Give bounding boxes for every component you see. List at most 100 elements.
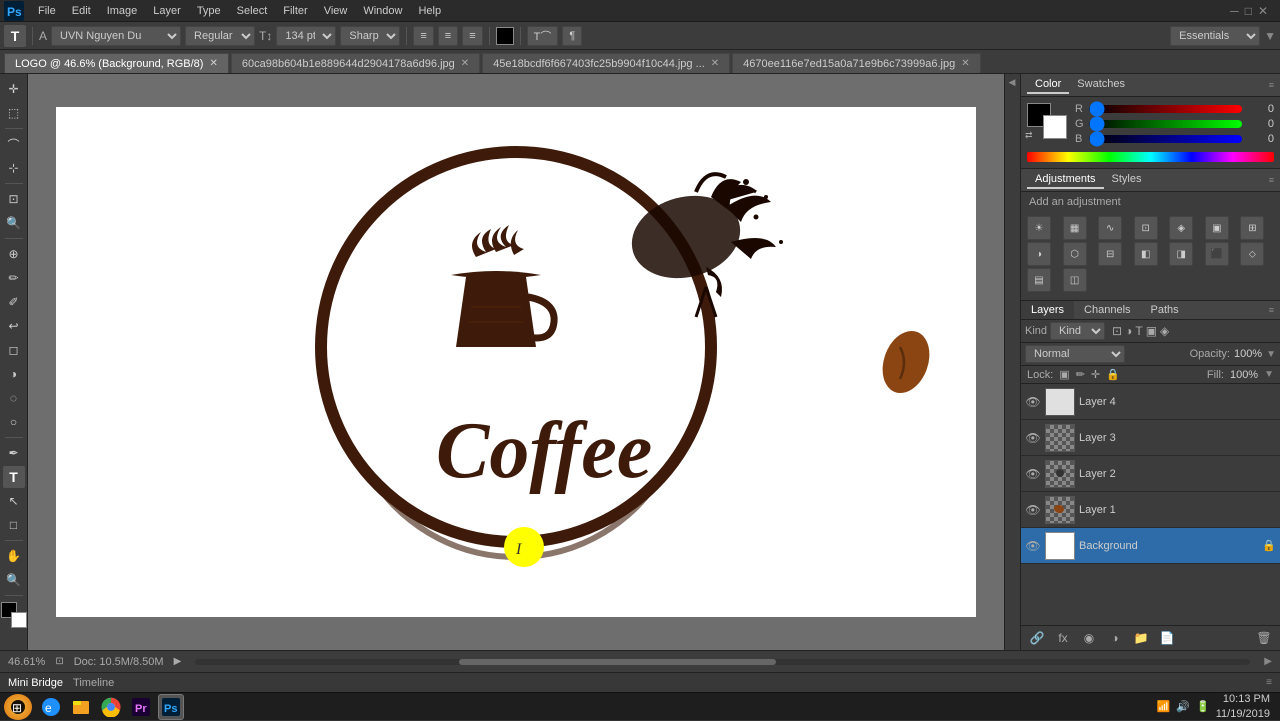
- taskbar-premiere[interactable]: Pr: [128, 694, 154, 720]
- tab-logo[interactable]: LOGO @ 46.6% (Background, RGB/8) ✕: [4, 53, 229, 73]
- hand-tool[interactable]: ✋: [3, 545, 25, 567]
- layers-tab[interactable]: Layers: [1021, 301, 1074, 319]
- gradient-tool[interactable]: ◑: [3, 363, 25, 385]
- hue-sat-icon[interactable]: ▣: [1205, 216, 1229, 240]
- kind-select[interactable]: Kind: [1050, 322, 1105, 340]
- fill-value[interactable]: 100%: [1230, 369, 1258, 381]
- tab-close-logo[interactable]: ✕: [209, 58, 217, 69]
- color-lookup-icon[interactable]: ◧: [1134, 242, 1158, 266]
- menu-file[interactable]: File: [30, 3, 64, 19]
- menu-filter[interactable]: Filter: [275, 3, 315, 19]
- blur-tool[interactable]: ◌: [3, 387, 25, 409]
- layer-row-3[interactable]: 👁 Layer 3: [1021, 420, 1280, 456]
- layer-1-visibility[interactable]: 👁: [1025, 502, 1041, 518]
- threshold-icon[interactable]: ⬦: [1240, 242, 1264, 266]
- opacity-value[interactable]: 100%: [1234, 348, 1262, 360]
- spot-heal-tool[interactable]: ⊕: [3, 243, 25, 265]
- color-swatches[interactable]: [1, 602, 27, 628]
- taskbar-photoshop[interactable]: Ps: [158, 694, 184, 720]
- filter-smart-icon[interactable]: ◈: [1160, 324, 1169, 338]
- filter-type-icon[interactable]: T: [1135, 324, 1142, 338]
- levels-icon[interactable]: ▦: [1063, 216, 1087, 240]
- add-mask-btn[interactable]: ◉: [1079, 629, 1099, 647]
- tab-img3[interactable]: 4670ee116e7ed15a0a71e9b6c73999a6.jpg ✕: [732, 53, 980, 73]
- zoom-icon[interactable]: ⊡: [55, 656, 63, 667]
- posterize-icon[interactable]: ⬛: [1205, 242, 1229, 266]
- warp-text-btn[interactable]: T⌒: [527, 26, 559, 46]
- background-swatch[interactable]: [1043, 115, 1067, 139]
- clone-tool[interactable]: ✐: [3, 291, 25, 313]
- taskbar-ie[interactable]: e: [38, 694, 64, 720]
- menu-select[interactable]: Select: [229, 3, 276, 19]
- history-tool[interactable]: ↩: [3, 315, 25, 337]
- marquee-tool[interactable]: ⬚: [3, 102, 25, 124]
- font-size-select[interactable]: 134 pt: [276, 26, 336, 46]
- layer-row-4[interactable]: 👁 Layer 4: [1021, 384, 1280, 420]
- r-slider[interactable]: [1089, 105, 1242, 113]
- photo-filter-icon[interactable]: ⬡: [1063, 242, 1087, 266]
- link-layers-btn[interactable]: 🔗: [1027, 629, 1047, 647]
- lock-transparent-icon[interactable]: ▣: [1059, 368, 1069, 381]
- layer-row-1[interactable]: 👁 Layer 1: [1021, 492, 1280, 528]
- workspace-select[interactable]: Essentials: [1170, 26, 1260, 46]
- color-panel-collapse[interactable]: ≡: [1269, 80, 1274, 90]
- eraser-tool[interactable]: ◻: [3, 339, 25, 361]
- layer-3-visibility[interactable]: 👁: [1025, 430, 1041, 446]
- brush-tool[interactable]: ✏: [3, 267, 25, 289]
- gradient-map-icon[interactable]: ▤: [1027, 268, 1051, 292]
- bottom-panel-options[interactable]: ≡: [1266, 677, 1272, 688]
- network-icon[interactable]: 📶: [1157, 700, 1171, 713]
- tab-img2[interactable]: 45e18bcdf6f667403fc25b9904f10c44.jpg ...…: [482, 53, 730, 73]
- close-btn[interactable]: ✕: [1258, 4, 1268, 18]
- layer-4-visibility[interactable]: 👁: [1025, 394, 1041, 410]
- paths-tab[interactable]: Paths: [1141, 301, 1189, 319]
- zoom-tool[interactable]: 🔍: [3, 569, 25, 591]
- background-color[interactable]: [11, 612, 27, 628]
- workspace-dropdown-icon[interactable]: ▼: [1264, 29, 1276, 43]
- shape-tool[interactable]: □: [3, 514, 25, 536]
- layer-2-visibility[interactable]: 👁: [1025, 466, 1041, 482]
- path-tool[interactable]: ↖: [3, 490, 25, 512]
- font-style-select[interactable]: Regular: [185, 26, 255, 46]
- scroll-right-arrow[interactable]: ▶: [1264, 656, 1272, 667]
- add-style-btn[interactable]: fx: [1053, 629, 1073, 647]
- anti-alias-select[interactable]: Sharp: [340, 26, 400, 46]
- menu-layer[interactable]: Layer: [145, 3, 189, 19]
- background-visibility[interactable]: 👁: [1025, 538, 1041, 554]
- menu-image[interactable]: Image: [99, 3, 146, 19]
- dodge-tool[interactable]: ○: [3, 411, 25, 433]
- menu-view[interactable]: View: [316, 3, 356, 19]
- start-button[interactable]: ⊞: [4, 694, 32, 720]
- filter-pixel-icon[interactable]: ⊡: [1112, 324, 1122, 338]
- vibrance-icon[interactable]: ◈: [1169, 216, 1193, 240]
- text-tool-icon[interactable]: T: [4, 25, 26, 47]
- lasso-tool[interactable]: ⌒: [3, 133, 25, 155]
- lock-all-icon[interactable]: 🔒: [1106, 368, 1120, 381]
- bw-icon[interactable]: ◑: [1027, 242, 1051, 266]
- filter-adj-icon[interactable]: ◑: [1125, 324, 1132, 338]
- clock[interactable]: 10:13 PM 11/19/2019: [1216, 692, 1270, 721]
- color-tab[interactable]: Color: [1027, 76, 1069, 94]
- new-group-btn[interactable]: 📁: [1131, 629, 1151, 647]
- spectrum-bar[interactable]: [1027, 152, 1274, 162]
- lock-position-icon[interactable]: ✛: [1091, 368, 1100, 381]
- opacity-arrow[interactable]: ▼: [1266, 349, 1276, 360]
- font-family-select[interactable]: UVN Nguyen Du: [51, 26, 181, 46]
- menu-help[interactable]: Help: [410, 3, 449, 19]
- pen-tool[interactable]: ✒: [3, 442, 25, 464]
- move-tool[interactable]: ✛: [3, 78, 25, 100]
- lock-image-icon[interactable]: ✏: [1076, 368, 1085, 381]
- selective-color-icon[interactable]: ◫: [1063, 268, 1087, 292]
- layer-row-background[interactable]: 👁 Background 🔒: [1021, 528, 1280, 564]
- crop-tool[interactable]: ⊡: [3, 188, 25, 210]
- horizontal-scrollbar[interactable]: [195, 659, 1250, 665]
- align-right-btn[interactable]: ≡: [462, 26, 482, 46]
- taskbar-explorer[interactable]: [68, 694, 94, 720]
- minimize-btn[interactable]: ─: [1230, 4, 1239, 18]
- timeline-tab[interactable]: Timeline: [73, 677, 114, 689]
- b-slider[interactable]: [1089, 135, 1242, 143]
- channel-mixer-icon[interactable]: ⊟: [1098, 242, 1122, 266]
- layer-row-2[interactable]: 👁 Layer 2: [1021, 456, 1280, 492]
- curves-icon[interactable]: ∿: [1098, 216, 1122, 240]
- tab-close-img3[interactable]: ✕: [961, 58, 969, 69]
